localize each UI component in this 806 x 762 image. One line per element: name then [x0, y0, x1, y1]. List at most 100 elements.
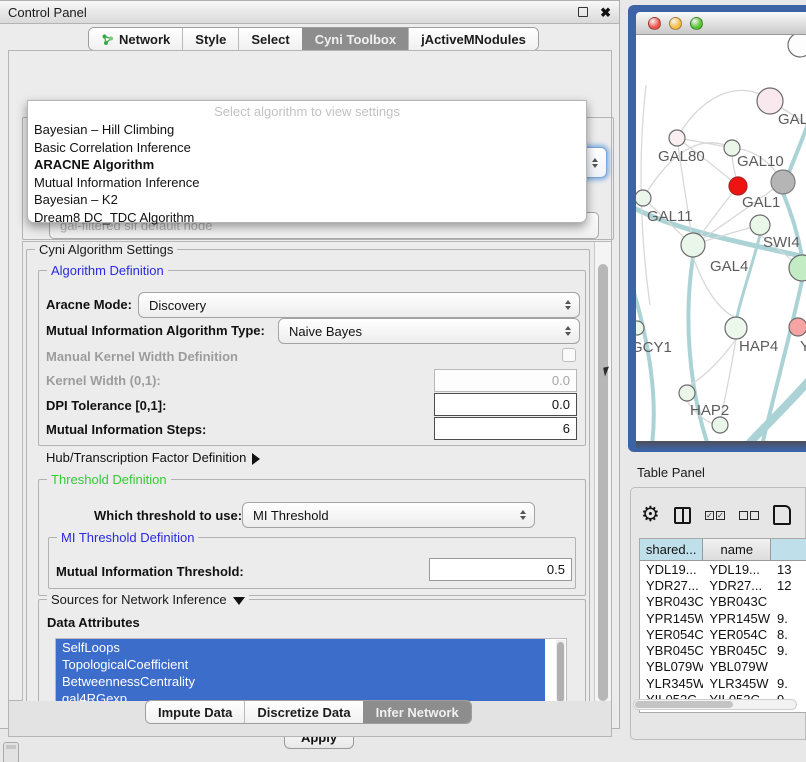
tab-select[interactable]: Select — [238, 28, 301, 50]
table-cell[interactable]: YER054C — [703, 626, 771, 642]
algorithm-option-bayesian-k2[interactable]: Bayesian – K2 — [28, 191, 586, 209]
network-node[interactable] — [669, 130, 685, 146]
data-attributes-label: Data Attributes — [47, 615, 140, 630]
tab-style[interactable]: Style — [182, 28, 238, 50]
network-node[interactable] — [750, 215, 770, 235]
table-cell[interactable]: YPR145W — [703, 610, 771, 626]
mi-threshold-field[interactable]: 0.5 — [429, 558, 572, 581]
algorithm-option-mutual-information-inference[interactable]: Mutual Information Inference — [28, 174, 586, 192]
network-node[interactable] — [771, 170, 795, 194]
aracne-mode-combo[interactable]: Discovery — [138, 292, 580, 318]
mi-threshold-definition-title: MI Threshold Definition — [57, 530, 198, 545]
network-canvas[interactable]: GALGAL80GAL10GAL1GAL11GAL4SWI4GCY1HAP4YH… — [636, 35, 806, 441]
columns-icon[interactable] — [674, 507, 691, 524]
tab-impute-data[interactable]: Impute Data — [146, 701, 244, 723]
algorithm-option-bayesian-hill-climbing[interactable]: Bayesian – Hill Climbing — [28, 121, 586, 139]
network-node[interactable] — [679, 385, 695, 401]
table-cell[interactable]: YPR145W — [640, 610, 703, 626]
dpi-tolerance-field[interactable]: 0.0 — [434, 393, 577, 416]
node-label-gal: GAL — [778, 111, 806, 128]
table-cell[interactable]: 8. — [771, 626, 806, 642]
table-cell[interactable]: YBR043C — [703, 594, 771, 610]
table-row[interactable]: YDR27...YDR27...12 — [640, 577, 806, 593]
node-label-gal10: GAL10 — [737, 153, 784, 170]
network-node[interactable] — [725, 317, 747, 339]
table-cell[interactable]: 12 — [771, 577, 806, 593]
table-row[interactable]: YBR043CYBR043C — [640, 594, 806, 610]
network-node[interactable] — [789, 318, 806, 336]
mi-steps-field[interactable]: 6 — [434, 417, 577, 440]
table-cell[interactable]: 13 — [771, 561, 806, 577]
list-scrollbar[interactable] — [556, 640, 565, 706]
manual-kernel-label: Manual Kernel Width Definition — [46, 349, 238, 364]
float-icon[interactable] — [578, 7, 588, 17]
table-cell[interactable]: YBR045C — [640, 642, 703, 658]
table-cell[interactable]: YDL19... — [640, 561, 703, 577]
attribute-item-betweennesscentrality[interactable]: BetweennessCentrality — [56, 673, 545, 690]
algorithm-option-aracne-algorithm[interactable]: ARACNE Algorithm — [28, 156, 586, 174]
network-node[interactable] — [636, 190, 651, 206]
settings-vertical-scrollbar[interactable] — [594, 242, 611, 718]
algorithm-option-basic-correlation-inference[interactable]: Basic Correlation Inference — [28, 139, 586, 157]
unchecked-boxes-icon[interactable] — [739, 511, 759, 520]
table-horizontal-scrollbar[interactable] — [633, 699, 797, 710]
table-row[interactable]: YDL19...YDL19...13 — [640, 561, 806, 577]
table-row[interactable]: YLR345WYLR345W9. — [640, 675, 806, 691]
column-header-2[interactable] — [771, 539, 806, 560]
table-cell[interactable] — [771, 659, 806, 675]
network-node[interactable] — [636, 321, 644, 335]
table-cell[interactable]: YBL079W — [640, 659, 703, 675]
network-node[interactable] — [681, 233, 705, 257]
table-cell[interactable]: YBR043C — [640, 594, 703, 610]
close-traffic-light[interactable] — [648, 17, 661, 30]
node-table: shared...name YDL19...YDL19...13YDR27...… — [639, 538, 806, 713]
mi-threshold-value: 0.5 — [547, 562, 565, 577]
table-row[interactable]: YER054CYER054C8. — [640, 626, 806, 642]
minimize-traffic-light[interactable] — [669, 17, 682, 30]
tab-cyni-toolbox[interactable]: Cyni Toolbox — [302, 28, 408, 50]
table-doc-icon[interactable] — [773, 505, 791, 525]
network-view-window: GALGAL80GAL10GAL1GAL11GAL4SWI4GCY1HAP4YH… — [628, 5, 806, 452]
table-cell[interactable]: YER054C — [640, 626, 703, 642]
column-header-name[interactable]: name — [703, 539, 771, 560]
attribute-item-topologicalcoefficient[interactable]: TopologicalCoefficient — [56, 656, 545, 673]
table-cell[interactable]: YLR345W — [640, 675, 703, 691]
network-node[interactable] — [729, 177, 747, 195]
which-threshold-combo[interactable]: MI Threshold — [242, 502, 535, 528]
mini-panel-icon[interactable] — [3, 742, 19, 762]
mi-algorithm-type-value: Naive Bayes — [289, 324, 362, 339]
close-icon[interactable]: ✖ — [600, 6, 611, 19]
tab-network[interactable]: Network — [89, 28, 182, 50]
table-cell[interactable]: YDR27... — [640, 577, 703, 593]
hub-definition-toggle[interactable]: Hub/Transcription Factor Definition — [46, 450, 260, 465]
mi-algorithm-type-combo[interactable]: Naive Bayes — [278, 318, 580, 344]
table-row[interactable]: YBR045CYBR045C9. — [640, 642, 806, 658]
network-node[interactable] — [712, 417, 728, 433]
table-cell[interactable]: 9. — [771, 675, 806, 691]
table-row[interactable]: YBL079WYBL079W — [640, 659, 806, 675]
table-cell[interactable]: 9. — [771, 610, 806, 626]
tab-jactivemnodules[interactable]: jActiveMNodules — [408, 28, 538, 50]
table-cell[interactable]: 9. — [771, 642, 806, 658]
manual-kernel-checkbox — [562, 348, 576, 362]
table-row[interactable]: YPR145WYPR145W9. — [640, 610, 806, 626]
table-cell[interactable]: YDL19... — [703, 561, 771, 577]
table-cell[interactable]: YDR27... — [703, 577, 771, 593]
tab-discretize-data[interactable]: Discretize Data — [244, 701, 362, 723]
table-cell[interactable] — [771, 594, 806, 610]
table-cell[interactable]: YLR345W — [703, 675, 771, 691]
mi-steps-value: 6 — [563, 421, 570, 436]
table-cell[interactable]: YBR045C — [703, 642, 771, 658]
tab-infer-network[interactable]: Infer Network — [363, 701, 471, 723]
gear-icon[interactable]: ⚙ — [641, 505, 660, 525]
attribute-item-selfloops[interactable]: SelfLoops — [56, 639, 545, 656]
column-header-shared[interactable]: shared... — [640, 539, 703, 560]
table-cell[interactable]: YBL079W — [703, 659, 771, 675]
data-attributes-list[interactable]: SelfLoopsTopologicalCoefficientBetweenne… — [55, 638, 567, 708]
checked-boxes-icon[interactable]: ✓✓ — [705, 511, 725, 520]
table-panel-title: Table Panel — [637, 465, 705, 480]
algorithm-option-dream8-dc-tdc-algorithm[interactable]: Dream8 DC_TDC Algorithm — [28, 209, 586, 227]
zoom-traffic-light[interactable] — [690, 17, 703, 30]
tab-style-label: Style — [195, 32, 226, 47]
network-node[interactable] — [788, 35, 806, 57]
